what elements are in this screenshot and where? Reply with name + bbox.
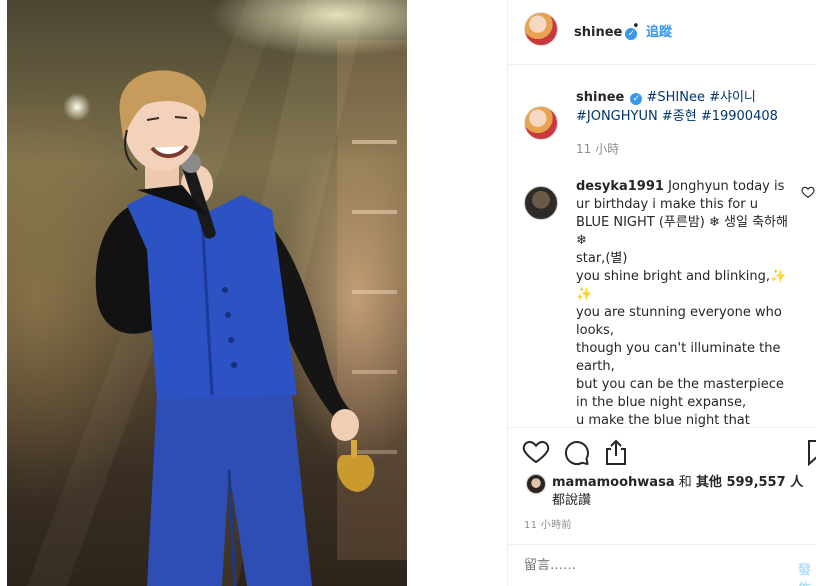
likes-others-link[interactable]: 其他 599,557 人 — [696, 475, 803, 490]
comment-input[interactable] — [524, 558, 744, 573]
caption-timestamp[interactable]: 11 小時 — [576, 140, 619, 157]
section-divider — [508, 427, 816, 428]
hashtag-link[interactable]: #샤이니 — [709, 90, 756, 105]
likes-count[interactable]: 599,557 — [726, 475, 785, 490]
header-separator: • — [632, 19, 640, 34]
likes-summary: mamamoohwasa 和 其他 599,557 人 都說讚 — [552, 474, 812, 510]
hashtag-link[interactable]: #종현 — [662, 109, 697, 124]
liker-username[interactable]: mamamoohwasa — [552, 475, 675, 490]
hashtag-link[interactable]: #JONGHYUN — [576, 109, 658, 124]
comment-like-heart-icon[interactable] — [801, 185, 815, 199]
author-username-link[interactable]: shinee ✓ — [574, 21, 638, 40]
verified-badge-icon: ✓ — [630, 93, 643, 105]
commenter-avatar[interactable] — [524, 186, 558, 220]
hashtag-link[interactable]: #19900408 — [701, 109, 778, 124]
post-timestamp[interactable]: 11 小時前 — [524, 516, 572, 531]
author-avatar[interactable] — [524, 12, 558, 46]
bookmark-icon[interactable] — [804, 438, 816, 466]
likes-end: 都說讚 — [552, 493, 592, 508]
post-photo[interactable] — [7, 0, 407, 586]
composer-divider — [508, 544, 816, 545]
author-username[interactable]: shinee — [574, 25, 622, 40]
follow-button[interactable]: 追蹤 — [646, 21, 672, 40]
likes-others-label[interactable]: 其他 — [696, 475, 722, 490]
comment-text: Jonghyun today is ur birthday i make thi… — [576, 179, 788, 427]
comment-bubble-icon[interactable] — [562, 438, 590, 466]
likes-connector: 和 — [678, 475, 692, 490]
heart-icon[interactable] — [522, 438, 550, 466]
post-side-panel: shinee ✓ • 追蹤 shinee ✓ #SHINee #샤이니 #JONGH… — [508, 0, 816, 586]
post-comment-button[interactable]: 發佈 — [798, 559, 816, 586]
post-header: shinee ✓ • 追蹤 — [508, 0, 816, 65]
liker-avatar[interactable] — [526, 474, 546, 494]
caption-avatar[interactable] — [524, 106, 558, 140]
share-icon[interactable] — [602, 438, 630, 466]
performer-illustration — [27, 0, 407, 586]
comment-username[interactable]: desyka1991 — [576, 179, 664, 194]
hashtag-link[interactable]: #SHINee — [646, 90, 704, 105]
likes-suffix[interactable]: 人 — [790, 475, 803, 490]
comment-body: desyka1991 Jonghyun today is ur birthday… — [576, 178, 794, 427]
caption-username[interactable]: shinee — [576, 90, 624, 105]
post-caption: shinee ✓ #SHINee #샤이니 #JONGHYUN #종현 #1990… — [576, 88, 801, 126]
